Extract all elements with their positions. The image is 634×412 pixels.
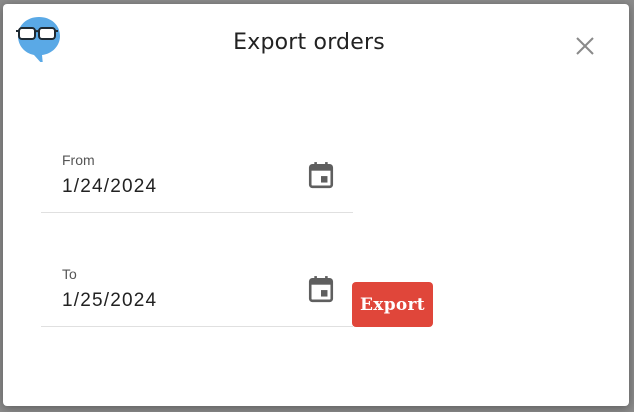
export-button[interactable]: Export (352, 282, 433, 327)
from-date-input[interactable] (62, 176, 282, 198)
to-date-field[interactable]: To (41, 258, 353, 327)
close-icon[interactable] (574, 35, 596, 57)
calendar-icon[interactable] (308, 161, 334, 189)
from-label: From (62, 152, 95, 168)
to-label: To (62, 266, 77, 282)
from-date-field[interactable]: From (41, 144, 353, 213)
dialog-title: Export orders (233, 30, 385, 55)
export-orders-dialog: Export orders From To Export (3, 4, 629, 406)
calendar-icon[interactable] (308, 275, 334, 303)
to-date-input[interactable] (62, 290, 282, 312)
